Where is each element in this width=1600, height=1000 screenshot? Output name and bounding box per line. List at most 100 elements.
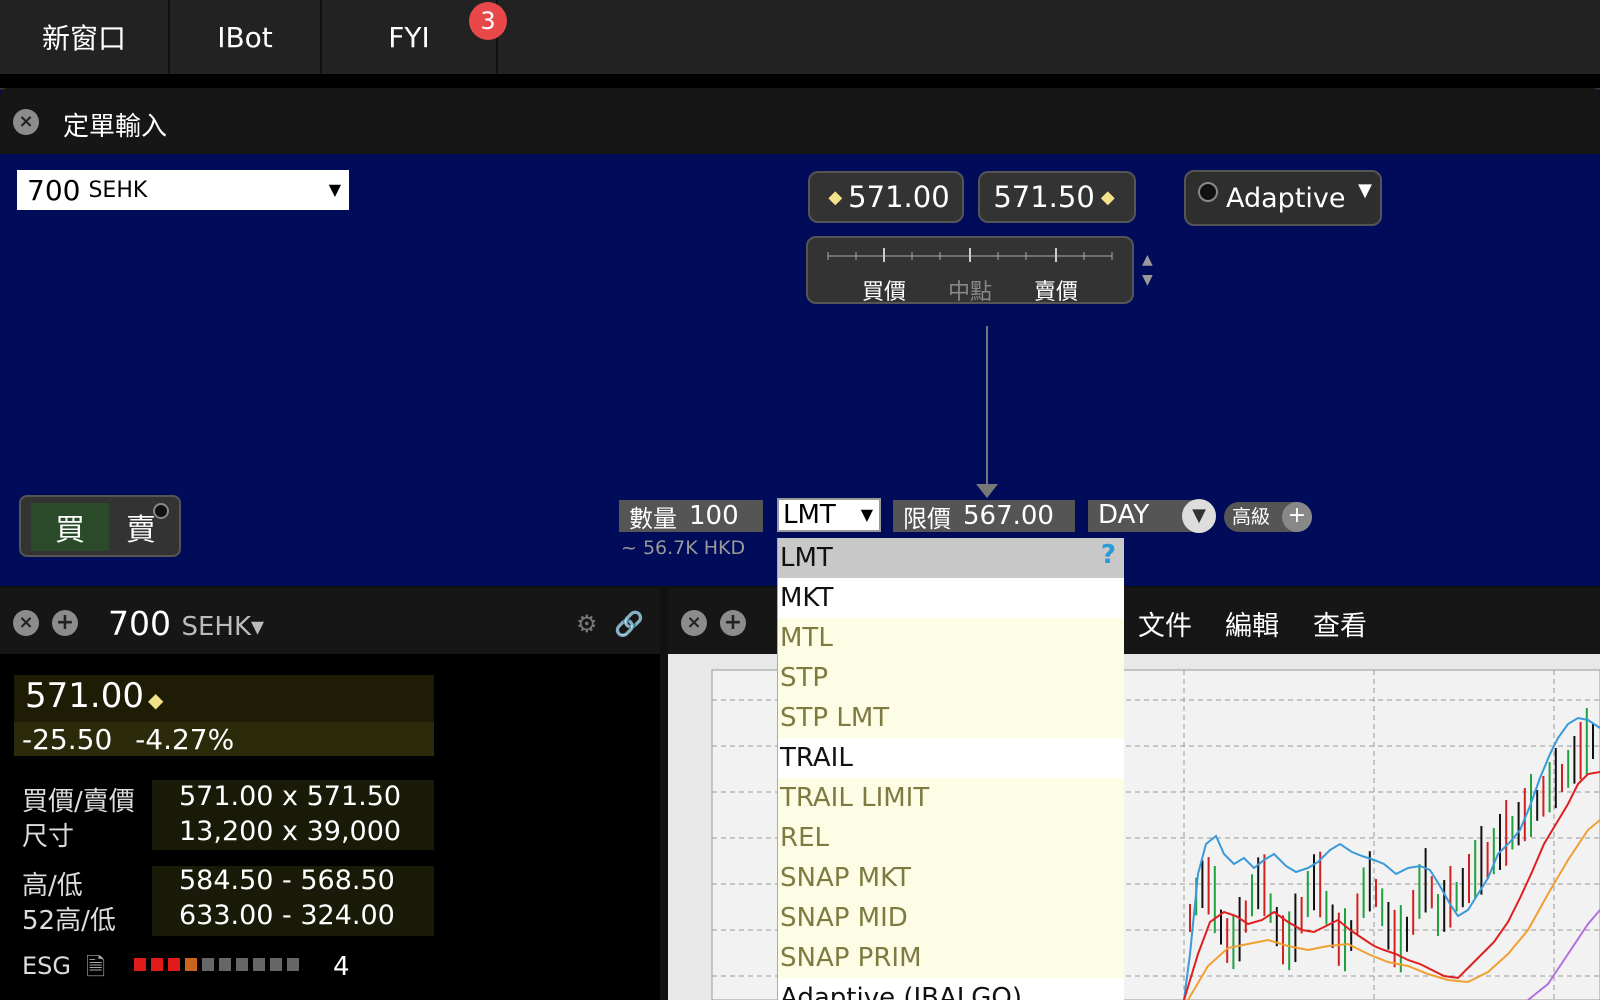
order-type-option[interactable]: TRAIL bbox=[778, 738, 1124, 778]
esg-bar-segment bbox=[185, 958, 197, 971]
link-icon[interactable]: 🔗 bbox=[614, 610, 644, 638]
quantity-field[interactable]: 數量 100 bbox=[619, 500, 763, 533]
order-type-option[interactable]: SNAP MID bbox=[778, 898, 1124, 938]
order-type-option[interactable]: LMT bbox=[778, 538, 1124, 578]
order-type-option[interactable]: REL bbox=[778, 818, 1124, 858]
order-type-option[interactable]: STP bbox=[778, 658, 1124, 698]
quantity-label: 數量 bbox=[629, 504, 677, 533]
esg-bar-segment bbox=[168, 958, 180, 971]
chevron-down-icon[interactable]: ▾ bbox=[251, 612, 264, 642]
stat-value: 571.00 x 571.50 bbox=[179, 781, 402, 812]
stat-value: 633.00 - 324.00 bbox=[179, 900, 395, 931]
bid-price-button[interactable]: ◆ 571.00 bbox=[808, 171, 964, 223]
order-type-select[interactable]: LMT ▼ bbox=[777, 498, 881, 532]
quantity-note: ~ 56.7K HKD bbox=[621, 537, 746, 559]
ruler-label-bid[interactable]: 買價 bbox=[862, 274, 906, 306]
esg-score: 4 bbox=[333, 952, 350, 982]
price-ruler[interactable]: 買價 中點 賣價 bbox=[806, 236, 1134, 306]
esg-bar-segment bbox=[236, 958, 248, 971]
stat-value: 584.50 - 568.50 bbox=[179, 865, 395, 896]
advanced-label: 高級 bbox=[1232, 506, 1271, 528]
limit-price-field[interactable]: 限價 567.00 bbox=[893, 500, 1075, 533]
algo-label: Adaptive bbox=[1226, 182, 1346, 214]
close-icon[interactable]: × bbox=[13, 610, 39, 636]
quantity-value[interactable]: 100 bbox=[689, 501, 739, 531]
symbol-input[interactable]: 700 SEHK ▼ bbox=[17, 170, 349, 210]
buy-button[interactable]: 買 bbox=[31, 503, 109, 551]
diamond-icon: ◆ bbox=[1100, 186, 1115, 208]
stat-label: 高/低 bbox=[22, 871, 83, 901]
esg-bar-segment bbox=[270, 958, 282, 971]
symbol-value: 700 bbox=[27, 173, 81, 207]
tif-value: DAY bbox=[1098, 500, 1150, 530]
quote-header bbox=[0, 588, 660, 654]
ruler-label-ask[interactable]: 賣價 bbox=[1034, 274, 1078, 306]
esg-bar-segment bbox=[202, 958, 214, 971]
esg-bar-segment bbox=[287, 958, 299, 971]
limit-price-label: 限價 bbox=[903, 504, 951, 533]
close-icon[interactable]: × bbox=[13, 109, 39, 135]
diamond-icon: ◆ bbox=[828, 186, 843, 208]
gear-icon[interactable]: ⚙ bbox=[576, 610, 598, 638]
ruler-ticks bbox=[827, 248, 1113, 262]
divider bbox=[0, 74, 1600, 88]
change-percent: -4.27% bbox=[135, 723, 235, 756]
esg-label: ESG bbox=[22, 952, 71, 980]
change-value: -25.50 bbox=[22, 723, 113, 756]
tab-label: FYI bbox=[388, 20, 430, 54]
ask-price: 571.50 bbox=[993, 180, 1095, 214]
stat-value: 13,200 x 39,000 bbox=[179, 816, 402, 847]
sell-indicator-icon bbox=[153, 503, 169, 519]
order-type-option[interactable]: Adaptive (IBALGO) bbox=[778, 978, 1124, 1000]
esg-bar-segment bbox=[219, 958, 231, 971]
order-type-option[interactable]: MTL bbox=[778, 618, 1124, 658]
document-icon[interactable]: 🗎 bbox=[86, 950, 105, 991]
last-price: 571.00 ◆ bbox=[25, 676, 163, 716]
plus-icon[interactable]: + bbox=[720, 610, 746, 636]
help-icon[interactable]: ? bbox=[1101, 540, 1116, 570]
price-change: -25.50 -4.27% bbox=[22, 723, 234, 756]
tab-label: 新窗口 bbox=[41, 22, 126, 55]
tab-ibot[interactable]: IBot bbox=[170, 0, 322, 74]
order-type-dropdown[interactable]: LMT MKT MTL STP STP LMT TRAIL TRAIL LIMIT REL SN… bbox=[777, 538, 1124, 1000]
ask-price-button[interactable]: 571.50 ◆ bbox=[978, 171, 1136, 223]
chevron-down-icon[interactable]: ▼ bbox=[1182, 499, 1216, 533]
esg-bar-segment bbox=[253, 958, 265, 971]
close-icon[interactable]: × bbox=[681, 610, 707, 636]
exchange-value: SEHK bbox=[88, 177, 148, 203]
plus-icon[interactable]: + bbox=[1282, 502, 1312, 532]
menu-edit[interactable]: 編輯 bbox=[1225, 604, 1279, 643]
panel-title: 定單輸入 bbox=[63, 112, 168, 142]
menu-view[interactable]: 查看 bbox=[1313, 604, 1367, 643]
quote-symbol[interactable]: 700 SEHK▾ bbox=[108, 604, 264, 643]
time-in-force-select[interactable]: DAY ▼ bbox=[1088, 499, 1216, 533]
esg-bar-segment bbox=[134, 958, 146, 971]
stat-label: 尺寸 bbox=[22, 822, 75, 852]
order-type-option[interactable]: SNAP PRIM bbox=[778, 938, 1124, 978]
limit-price-value[interactable]: 567.00 bbox=[963, 501, 1054, 531]
last-price-value: 571.00 bbox=[25, 676, 144, 716]
plus-icon[interactable]: + bbox=[52, 610, 78, 636]
tab-new-window[interactable]: 新窗口 bbox=[0, 0, 170, 74]
symbol-value: 700 bbox=[108, 604, 171, 643]
order-type-option[interactable]: MKT bbox=[778, 578, 1124, 618]
order-type-option[interactable]: TRAIL LIMIT bbox=[778, 778, 1124, 818]
chevron-down-icon[interactable]: ▼ bbox=[1358, 180, 1372, 201]
advanced-button[interactable]: 高級 + bbox=[1224, 502, 1312, 532]
chevron-down-icon[interactable]: ▼ bbox=[861, 505, 873, 524]
order-type-value: LMT bbox=[783, 500, 836, 530]
chevron-down-icon[interactable]: ▼ bbox=[329, 180, 341, 199]
stepper-arrows-icon[interactable]: ▲ ▼ bbox=[1142, 250, 1153, 290]
arrow-down-icon bbox=[976, 484, 998, 498]
order-type-option[interactable]: SNAP MKT bbox=[778, 858, 1124, 898]
ruler-label-mid[interactable]: 中點 bbox=[948, 274, 992, 306]
buy-sell-toggle[interactable]: 買 賣 bbox=[19, 495, 181, 557]
bid-price: 571.00 bbox=[848, 180, 950, 214]
connector-line bbox=[986, 326, 988, 486]
radio-icon[interactable] bbox=[1198, 182, 1218, 202]
algo-selector[interactable]: Adaptive ▼ bbox=[1184, 170, 1382, 226]
menu-file[interactable]: 文件 bbox=[1138, 604, 1192, 643]
exchange-value: SEHK bbox=[181, 612, 252, 642]
order-type-option[interactable]: STP LMT bbox=[778, 698, 1124, 738]
notification-badge: 3 bbox=[469, 2, 507, 40]
